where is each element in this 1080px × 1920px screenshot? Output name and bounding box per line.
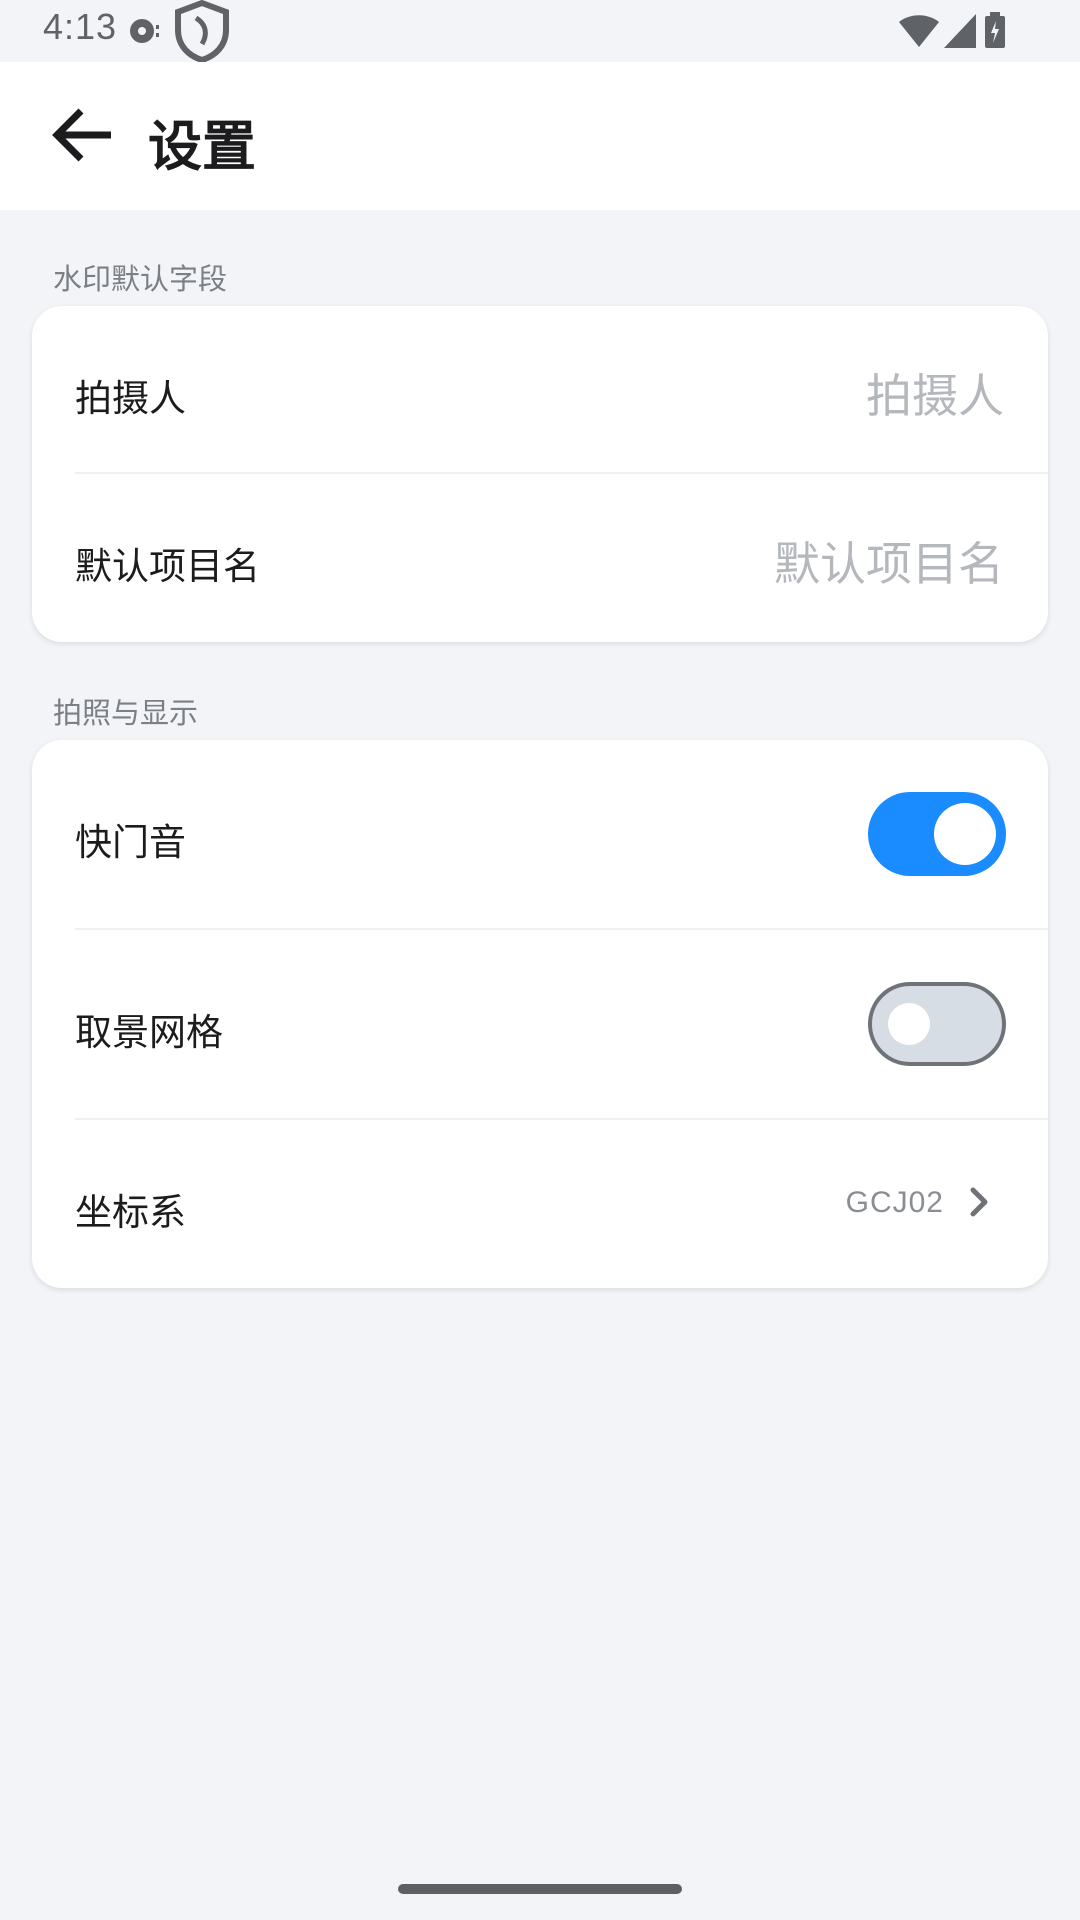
status-time: 4:13 bbox=[43, 6, 118, 47]
page-title: 设置 bbox=[148, 115, 256, 178]
project-row[interactable]: 默认项目名 默认项目名 bbox=[32, 474, 1048, 642]
photographer-label: 拍摄人 bbox=[75, 377, 186, 420]
status-bar: 4:13 bbox=[0, 0, 1080, 64]
project-label: 默认项目名 bbox=[75, 545, 260, 588]
section-header-display: 拍照与显示 bbox=[53, 696, 199, 730]
watermark-card: 拍摄人 拍摄人 默认项目名 默认项目名 bbox=[32, 306, 1048, 642]
shutter-sound-toggle[interactable] bbox=[868, 792, 1006, 876]
settings-screen: 4:13 设置 水印默认字段 拍摄人 拍摄人 默认项目名 默认项目名 拍照与显示… bbox=[0, 0, 1080, 1920]
photographer-input[interactable]: 拍摄人 bbox=[866, 360, 1004, 426]
shutter-sound-row: 快门音 bbox=[32, 740, 1048, 930]
back-button[interactable] bbox=[40, 94, 126, 180]
coordinate-row[interactable]: 坐标系 GCJ02 bbox=[32, 1120, 1048, 1288]
battery-icon bbox=[984, 12, 1006, 52]
grid-label: 取景网格 bbox=[75, 1011, 223, 1054]
photographer-row[interactable]: 拍摄人 拍摄人 bbox=[32, 306, 1048, 474]
grid-toggle[interactable] bbox=[868, 982, 1006, 1066]
app-bar: 设置 bbox=[0, 62, 1080, 210]
wifi-icon bbox=[898, 14, 940, 52]
toggle-knob bbox=[888, 1003, 930, 1045]
grid-row: 取景网格 bbox=[32, 930, 1048, 1120]
coordinate-value: GCJ02 bbox=[845, 1186, 944, 1219]
toggle-knob bbox=[934, 803, 996, 865]
chevron-right-icon bbox=[964, 1182, 994, 1222]
gesture-nav-handle[interactable] bbox=[398, 1884, 682, 1894]
media-icon bbox=[128, 16, 162, 50]
display-card: 快门音 取景网格 坐标系 GCJ02 bbox=[32, 740, 1048, 1288]
coordinate-label: 坐标系 bbox=[75, 1191, 186, 1234]
signal-icon bbox=[944, 14, 976, 52]
shield-icon bbox=[172, 0, 232, 66]
arrow-left-icon bbox=[51, 106, 115, 168]
section-header-watermark: 水印默认字段 bbox=[53, 262, 228, 296]
project-input[interactable]: 默认项目名 bbox=[774, 528, 1004, 594]
shutter-sound-label: 快门音 bbox=[75, 821, 186, 864]
